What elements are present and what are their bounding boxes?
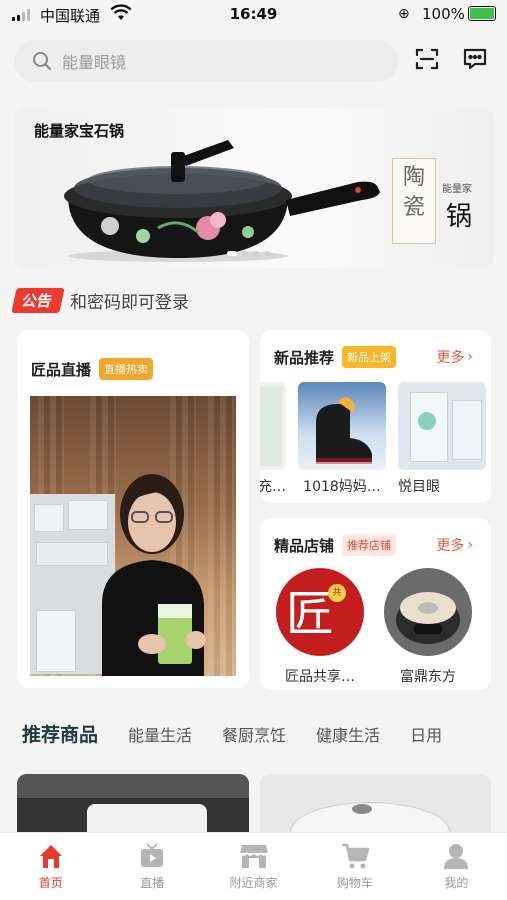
nav-nearby-label: 附近商家 <box>229 876 278 890</box>
carousel-dot <box>265 251 270 256</box>
product-thumb[interactable]: …充… <box>260 382 286 496</box>
live-hot-badge: 直播热卖 <box>99 358 154 380</box>
new-more-link[interactable]: 更多 › <box>436 347 473 367</box>
live-card-title: 匠品直播 <box>31 360 92 379</box>
tab-kitchen[interactable]: 餐厨烹饪 <box>222 722 286 746</box>
announcement-badge: 公告 <box>11 287 65 313</box>
product-caption: 悦目眼 <box>398 479 440 495</box>
product-card[interactable] <box>260 774 491 834</box>
live-stream-thumbnail[interactable] <box>30 396 236 676</box>
status-bar: 中国联通 16:49 ⊕ 100% <box>0 0 507 30</box>
user-icon <box>444 844 469 869</box>
battery-percent: 100% <box>422 5 465 23</box>
nav-cart-label: 购物车 <box>336 876 373 890</box>
search-icon <box>33 52 52 71</box>
more-label: 更多 <box>436 538 465 554</box>
carousel-dot <box>227 251 237 256</box>
announcement-text: 和密码即可登录 <box>70 292 190 313</box>
carousel-dot <box>254 251 259 256</box>
promo-banner[interactable]: 能量家宝石锅 陶瓷 能量家 锅 <box>14 108 494 268</box>
store-more-link[interactable]: 更多 › <box>436 535 473 555</box>
new-arrival-badge: 新品上架 <box>342 346 397 368</box>
search-bar[interactable]: 能量眼镜 <box>14 40 398 82</box>
banner-tag-ceramic: 陶瓷 <box>392 158 436 244</box>
carousel-dots <box>227 251 270 256</box>
message-icon <box>463 48 487 70</box>
carousel-dot <box>243 251 248 256</box>
search-placeholder: 能量眼镜 <box>62 53 127 72</box>
store-item[interactable]: 富鼎东方 <box>382 568 474 686</box>
product-caption: 1018妈妈… <box>303 479 381 495</box>
new-card-title: 新品推荐 <box>274 348 335 367</box>
recommended-store-badge: 推荐店铺 <box>342 534 397 556</box>
new-products-card[interactable]: 新品推荐 新品上架 更多› …充… 1018妈妈… 悦目眼 <box>260 330 491 503</box>
banner-brand: 能量家 <box>442 184 472 195</box>
nav-profile-label: 我的 <box>444 876 469 890</box>
product-card[interactable] <box>17 774 249 834</box>
scan-icon <box>415 48 439 70</box>
store-name: 匠品共享… <box>285 669 355 685</box>
host-image <box>102 474 206 676</box>
tab-health[interactable]: 健康生活 <box>316 722 380 746</box>
more-label: 更多 <box>436 350 465 366</box>
category-tabs: 推荐商品 能量生活 餐厨烹饪 健康生活 日用 <box>22 720 442 747</box>
chevron-right-icon: › <box>467 537 473 553</box>
tab-recommended[interactable]: 推荐商品 <box>22 720 98 747</box>
live-card[interactable]: 匠品直播 直播热卖 <box>17 330 249 688</box>
wok-image <box>64 140 380 262</box>
home-icon <box>39 845 62 868</box>
store-logo <box>384 568 472 656</box>
announcement-bar[interactable]: 公告 和密码即可登录 <box>11 286 190 314</box>
store-name: 富鼎东方 <box>400 669 456 685</box>
nav-cart[interactable]: 购物车 <box>304 833 405 900</box>
tv-icon <box>141 843 164 867</box>
cart-icon <box>341 843 370 869</box>
nav-home-label: 首页 <box>38 876 63 890</box>
product-caption: …充… <box>260 479 286 495</box>
store-item[interactable]: 匠 共 匠品共享… <box>274 568 366 686</box>
bottom-nav: 首页 直播 附近商家 购物车 我的 <box>0 832 507 900</box>
tab-daily[interactable]: 日用 <box>410 722 442 746</box>
tab-energy-life[interactable]: 能量生活 <box>128 722 192 746</box>
store-logo-text: 匠 <box>286 586 335 642</box>
product-thumb[interactable]: 悦目眼 <box>398 382 486 496</box>
banner-tag-big: 锅 <box>446 202 473 232</box>
nav-home[interactable]: 首页 <box>0 833 101 900</box>
store-card-title: 精品店铺 <box>274 536 335 555</box>
product-thumb[interactable]: 1018妈妈… <box>298 382 386 496</box>
scan-button[interactable] <box>412 44 442 74</box>
battery-icon <box>468 6 496 21</box>
nav-live-label: 直播 <box>140 876 165 890</box>
store-logo: 匠 共 <box>276 568 364 656</box>
nav-profile[interactable]: 我的 <box>406 833 507 900</box>
message-button[interactable] <box>460 44 490 74</box>
stores-card[interactable]: 精品店铺 推荐店铺 更多 › 匠 共 匠品共享… 富鼎东方 <box>260 518 491 690</box>
rotation-lock-icon: ⊕ <box>398 6 410 22</box>
nav-live[interactable]: 直播 <box>101 833 202 900</box>
store-icon <box>238 845 269 868</box>
chevron-right-icon: › <box>467 349 473 365</box>
nav-nearby[interactable]: 附近商家 <box>203 833 304 900</box>
